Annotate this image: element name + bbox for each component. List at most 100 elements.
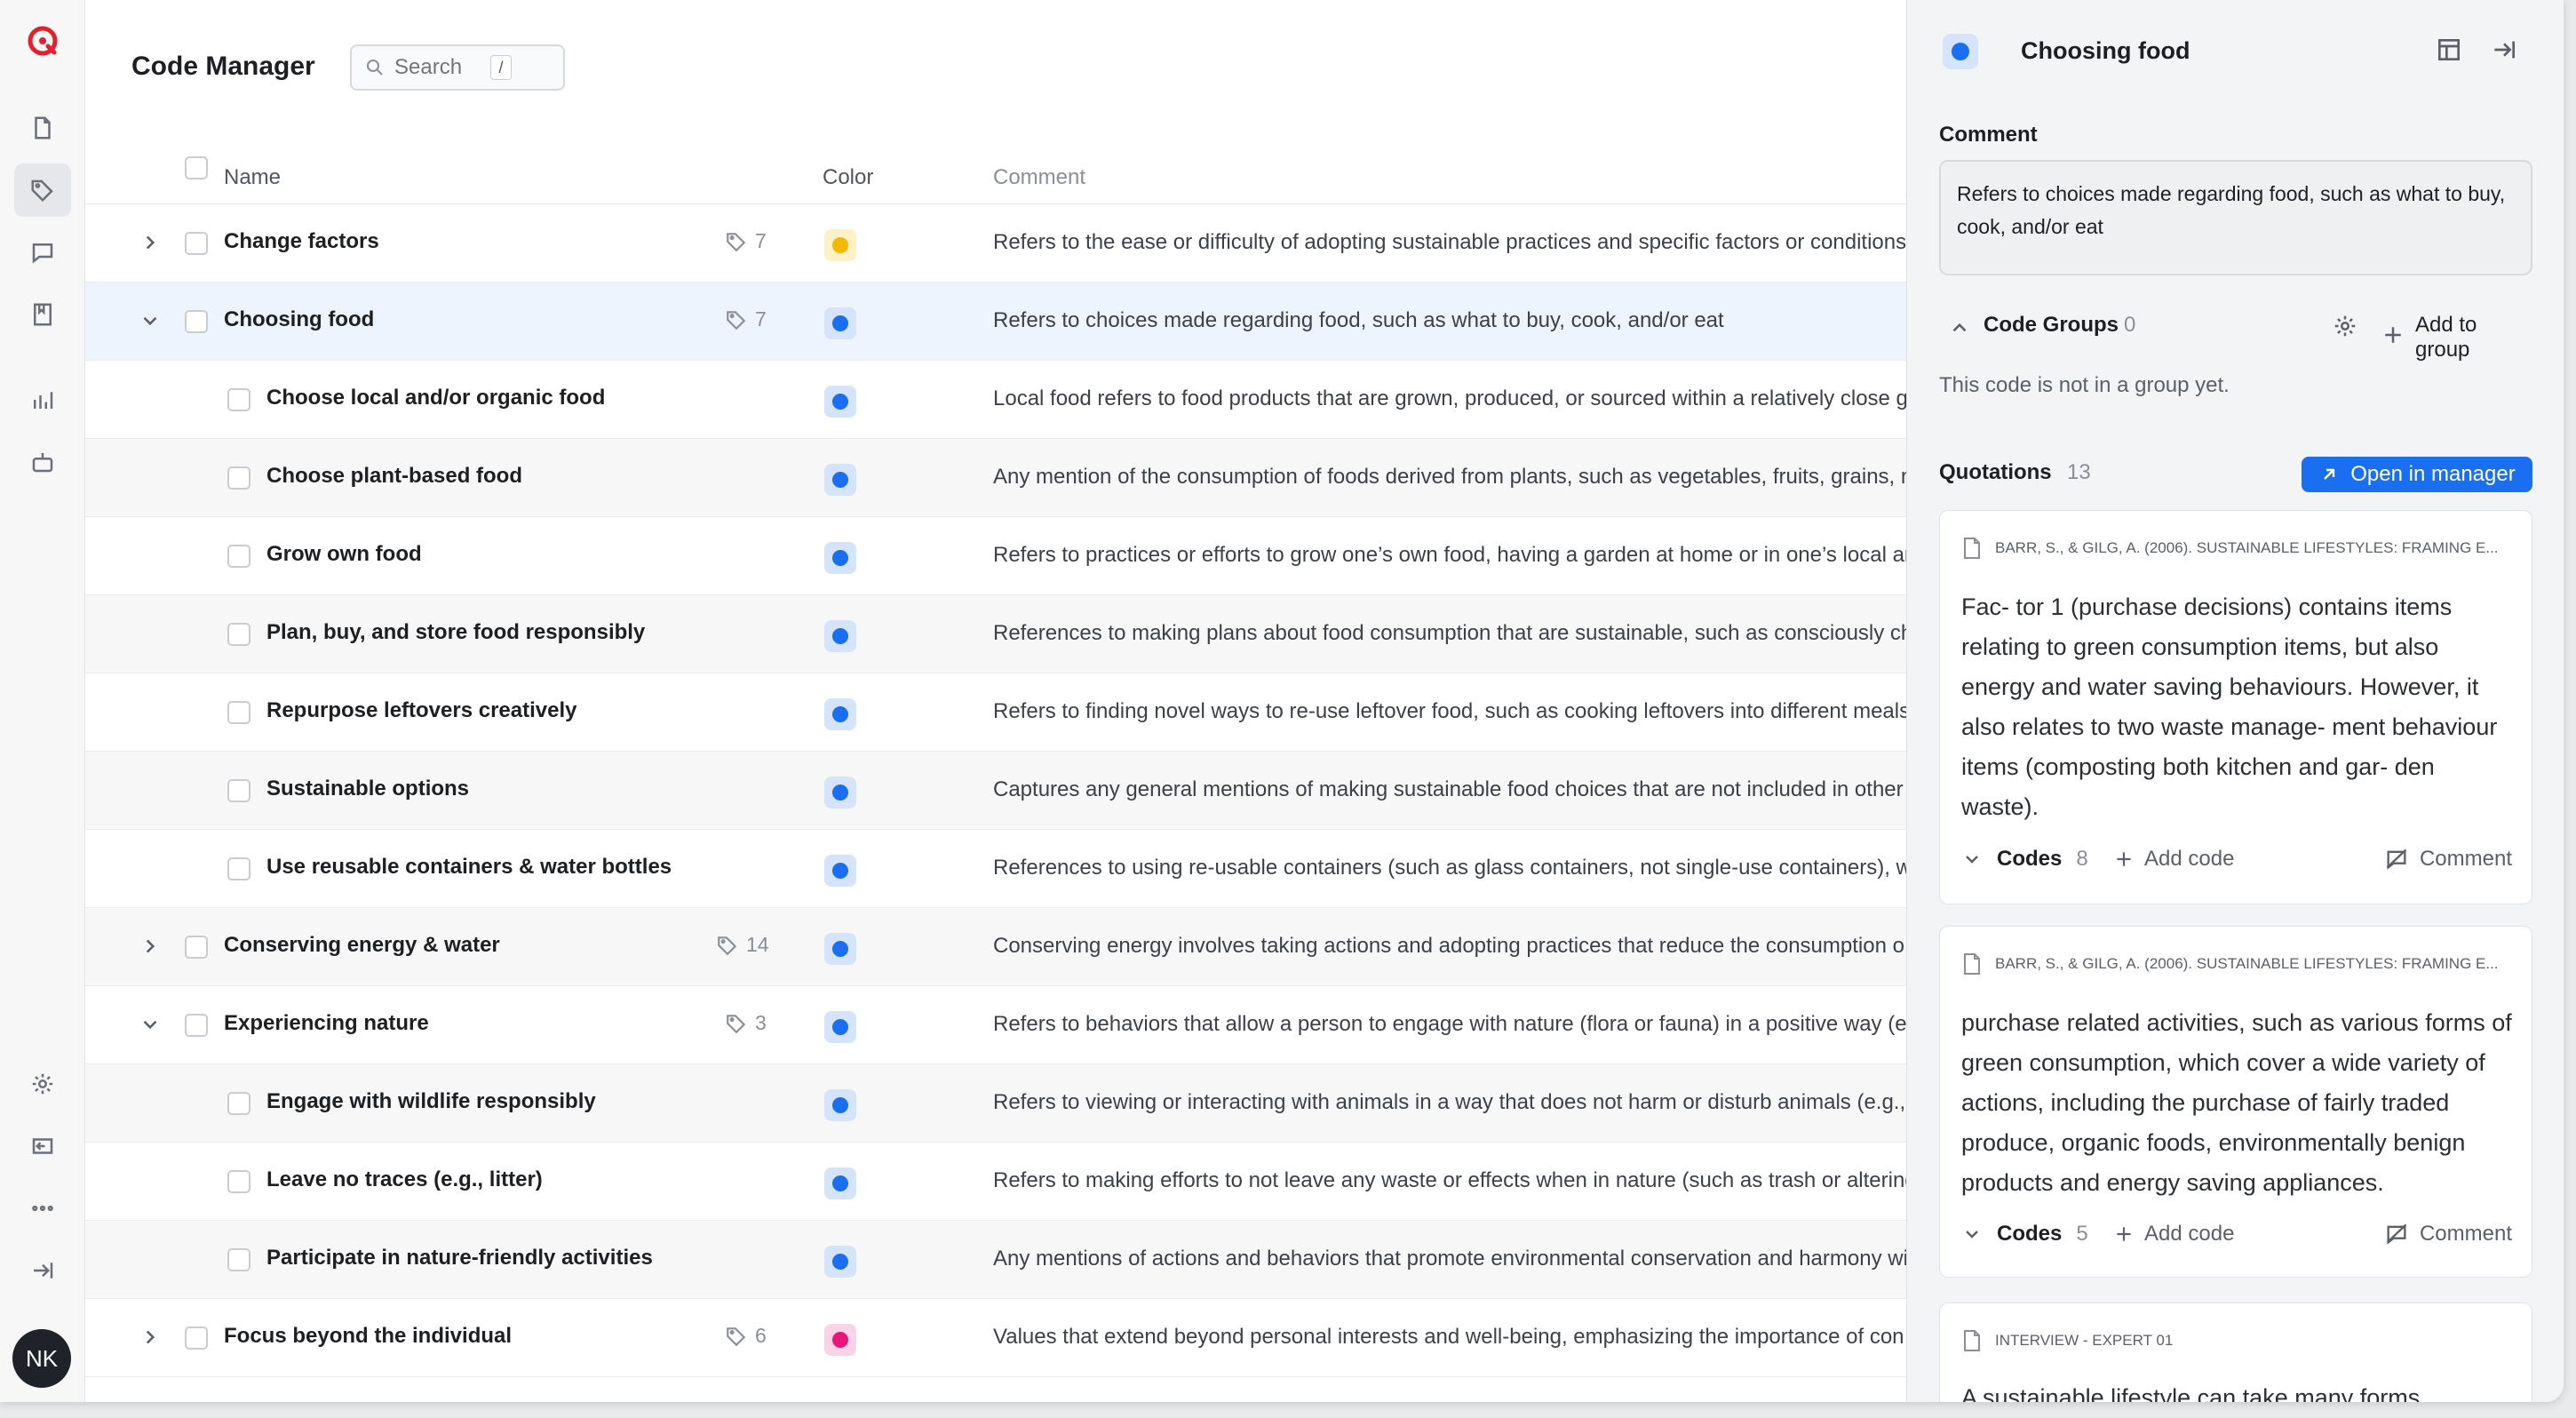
row-checkbox[interactable] [227, 388, 250, 411]
quotation-comment-button[interactable]: Comment [2384, 847, 2512, 872]
chevron-right-icon[interactable] [139, 231, 162, 254]
color-swatch[interactable] [824, 307, 856, 339]
quotation-card[interactable]: BARR, S., & GILG, A. (2006). SUSTAINABLE… [1939, 510, 2532, 904]
code-comment-field[interactable]: Refers to choices made regarding food, s… [1939, 160, 2532, 275]
row-checkbox[interactable] [227, 1092, 250, 1115]
color-swatch[interactable] [824, 1011, 856, 1043]
codes-tag-icon[interactable] [14, 163, 71, 217]
color-swatch[interactable] [824, 1167, 856, 1199]
add-code-button[interactable]: Add code [2112, 1222, 2234, 1247]
row-checkbox[interactable] [185, 1326, 208, 1350]
color-swatch[interactable] [824, 1089, 856, 1121]
import-export-icon[interactable] [14, 1119, 71, 1173]
notebook-icon[interactable] [14, 288, 71, 341]
chevron-down-icon[interactable] [139, 309, 162, 332]
table-row[interactable]: Leave no traces (e.g., litter) Refers to … [85, 1143, 1906, 1221]
row-checkbox[interactable] [227, 466, 250, 490]
quotation-comment-button[interactable]: Comment [2384, 1222, 2512, 1247]
chevron-right-icon[interactable] [139, 935, 162, 958]
table-row[interactable]: Conserving energy & water 14 Conserving en… [85, 908, 1906, 986]
color-swatch[interactable] [824, 698, 856, 730]
row-checkbox[interactable] [185, 232, 208, 255]
quotation-codes-toggle[interactable]: Codes 5 [1961, 1222, 2088, 1247]
code-name[interactable]: Repurpose leftovers creatively [266, 698, 577, 723]
row-checkbox[interactable] [227, 1170, 250, 1193]
chevron-up-icon[interactable] [1948, 316, 1971, 339]
color-swatch[interactable] [824, 1246, 856, 1278]
code-name[interactable]: Focus beyond the individual [224, 1324, 512, 1349]
code-name[interactable]: Sustainable options [266, 777, 469, 801]
code-name[interactable]: Choose plant-based food [266, 464, 522, 489]
code-name[interactable]: Grow own food [266, 542, 422, 567]
settings-gear-icon[interactable] [14, 1057, 71, 1111]
search-input[interactable] [394, 55, 483, 80]
column-header-name[interactable]: Name [224, 165, 281, 190]
column-header-color[interactable]: Color [823, 165, 873, 190]
column-header-comment[interactable]: Comment [993, 165, 1085, 190]
code-name[interactable]: Change factors [224, 229, 379, 254]
table-row[interactable]: Choose local and/or organic food Local fo… [85, 361, 1906, 439]
quotation-codes-toggle[interactable]: Codes 8 [1961, 847, 2088, 872]
table-row[interactable]: Experiencing nature 3 Refers to behaviors … [85, 986, 1906, 1064]
code-name[interactable]: Use reusable containers & water bottles [266, 855, 672, 880]
search-box[interactable]: / [350, 44, 565, 91]
table-row[interactable]: Choosing food 7 Refers to choices made reg… [85, 283, 1906, 361]
analysis-chart-icon[interactable] [14, 373, 71, 426]
quotation-card[interactable]: BARR, S., & GILG, A. (2006). SUSTAINABLE… [1939, 926, 2532, 1278]
table-view-icon[interactable] [2435, 36, 2463, 64]
close-panel-icon[interactable] [2490, 36, 2518, 64]
collapse-sidebar-icon[interactable] [14, 1244, 71, 1297]
quotation-text[interactable]: A sustainable lifestyle can take many fo… [1961, 1378, 2512, 1402]
row-checkbox[interactable] [185, 936, 208, 959]
table-row[interactable]: Participate in nature-friendly activitie… [85, 1221, 1906, 1299]
color-swatch[interactable] [824, 464, 856, 496]
chevron-down-icon[interactable] [139, 1013, 162, 1036]
ai-robot-icon[interactable] [14, 435, 71, 489]
group-settings-icon[interactable] [2332, 313, 2358, 339]
quotation-text[interactable]: Fac- tor 1 (purchase decisions) contains… [1961, 587, 2512, 827]
table-row[interactable]: Change factors 7 Refers to the ease or dif… [85, 204, 1906, 283]
table-row[interactable]: Plan, buy, and store food responsibly Ref… [85, 595, 1906, 673]
color-swatch[interactable] [824, 229, 856, 261]
code-name[interactable]: Leave no traces (e.g., litter) [266, 1167, 543, 1192]
open-in-manager-button[interactable]: Open in manager [2302, 457, 2532, 492]
code-name[interactable]: Plan, buy, and store food responsibly [266, 620, 645, 645]
code-name[interactable]: Participate in nature-friendly activitie… [266, 1246, 653, 1271]
select-all-checkbox[interactable] [185, 156, 208, 179]
chevron-right-icon[interactable] [139, 1326, 162, 1349]
code-name[interactable]: Choosing food [224, 307, 374, 332]
table-row[interactable]: Grow own food Refers to practices or effo… [85, 517, 1906, 595]
documents-icon[interactable] [14, 101, 71, 155]
row-checkbox[interactable] [227, 857, 250, 880]
color-swatch[interactable] [824, 542, 856, 574]
row-checkbox[interactable] [185, 310, 208, 333]
add-to-group-button[interactable]: Add to group [2380, 313, 2532, 362]
color-swatch[interactable] [824, 933, 856, 965]
code-name[interactable]: Conserving energy & water [224, 933, 500, 958]
color-swatch[interactable] [824, 386, 856, 418]
table-row[interactable]: Focus beyond the individual 6 Values that … [85, 1299, 1906, 1377]
code-name[interactable]: Engage with wildlife responsibly [266, 1089, 596, 1114]
color-swatch[interactable] [824, 777, 856, 809]
color-swatch[interactable] [824, 855, 856, 887]
code-name[interactable]: Choose local and/or organic food [266, 386, 605, 410]
color-swatch[interactable] [824, 620, 856, 652]
row-checkbox[interactable] [227, 779, 250, 802]
app-logo-icon[interactable] [27, 25, 59, 57]
code-color-swatch[interactable] [1943, 34, 1978, 69]
user-avatar[interactable]: NK [12, 1329, 71, 1388]
table-row[interactable]: Use reusable containers & water bottles R… [85, 830, 1906, 908]
add-code-button[interactable]: Add code [2112, 847, 2234, 872]
row-checkbox[interactable] [227, 701, 250, 724]
row-checkbox[interactable] [227, 545, 250, 568]
quotation-text[interactable]: purchase related activities, such as var… [1961, 1003, 2512, 1203]
memos-chat-icon[interactable] [14, 226, 71, 279]
more-options-icon[interactable] [14, 1182, 71, 1235]
code-name[interactable]: Experiencing nature [224, 1011, 429, 1036]
quotation-card[interactable]: INTERVIEW - EXPERT 01 A sustainable life… [1939, 1302, 2532, 1402]
table-row[interactable]: Repurpose leftovers creatively Refers to … [85, 673, 1906, 752]
row-checkbox[interactable] [185, 1014, 208, 1037]
table-row[interactable]: Choose plant-based food Any mention of th… [85, 439, 1906, 517]
table-row[interactable]: Engage with wildlife responsibly Refers t… [85, 1064, 1906, 1143]
table-row[interactable]: Sustainable options Captures any general … [85, 752, 1906, 830]
